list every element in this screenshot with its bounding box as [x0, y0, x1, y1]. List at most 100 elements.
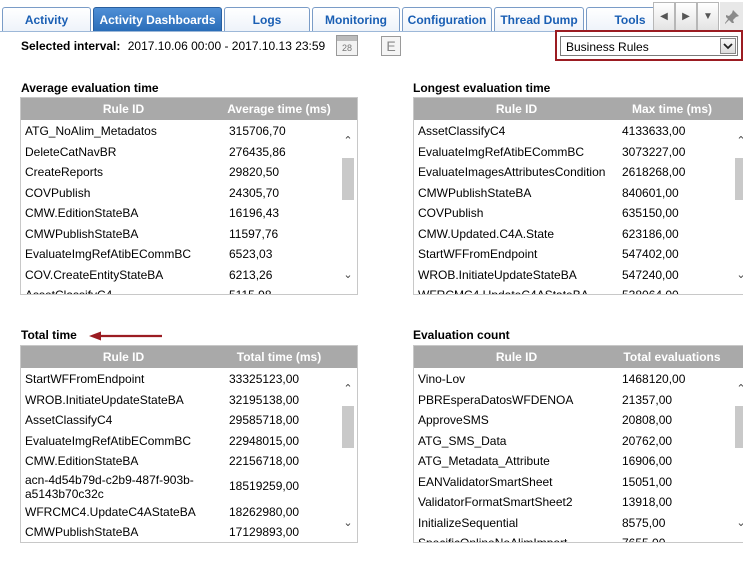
category-select-highlight: Business Rules — [555, 30, 743, 61]
scroll-thumb[interactable] — [735, 158, 743, 200]
col-max-time[interactable]: Max time (ms) — [594, 102, 743, 116]
scroll-thumb[interactable] — [342, 158, 354, 200]
calendar-icon[interactable]: 28 — [336, 35, 358, 56]
table-header: Rule ID Max time (ms) — [414, 98, 743, 120]
table-row[interactable]: ATG_Metadata_Attribute 16906,00 — [414, 450, 732, 471]
table-row[interactable]: CMW.EditionStateBA 16196,43 — [21, 202, 339, 223]
table-row[interactable]: CMW.Updated.C4A.State 623186,00 — [414, 223, 732, 244]
col-rule-id[interactable]: Rule ID — [21, 102, 226, 116]
table-row[interactable]: WROB.InitiateUpdateStateBA 547240,00 — [414, 264, 732, 285]
table-row[interactable]: CreateReports 29820,50 — [21, 161, 339, 182]
scrollbar[interactable]: ⌃ ⌄ — [339, 120, 357, 294]
cell-rule-id: WFRCMC4.UpdateC4AStateBA — [25, 504, 196, 519]
panel-title-count: Evaluation count — [413, 328, 510, 342]
table-row[interactable]: ApproveSMS 20808,00 — [414, 409, 732, 430]
cell-value: 20808,00 — [622, 413, 673, 427]
annotation-arrow-icon — [89, 331, 162, 341]
category-select-value: Business Rules — [566, 40, 649, 54]
table-row[interactable]: ATG_NoAlim_Metadatos 315706,70 — [21, 120, 339, 141]
table-row[interactable]: WFRCMC4.UpdateC4AStateBA 538064,00 — [414, 284, 732, 294]
cell-rule-id: CMWPublishStateBA — [25, 226, 139, 241]
table-row[interactable]: CMWPublishStateBA 840601,00 — [414, 182, 732, 203]
interval-value: 2017.10.06 00:00 - 2017.10.13 23:59 — [127, 39, 326, 53]
table-row[interactable]: acn-4d54b79d-c2b9-487f-903b-a5143b70c32c… — [21, 471, 339, 501]
tab-thread-dump[interactable]: Thread Dump — [494, 7, 584, 31]
cell-rule-id: CMW.EditionStateBA — [25, 206, 139, 220]
table-row[interactable]: StartWFFromEndpoint 547402,00 — [414, 243, 732, 264]
chevron-down-icon[interactable] — [720, 38, 736, 54]
scroll-down-icon[interactable]: ⌄ — [734, 268, 743, 282]
table-row[interactable]: PBREsperaDatosWFDENOA 21357,00 — [414, 389, 732, 410]
scroll-up-icon[interactable]: ⌃ — [734, 134, 743, 148]
table-row[interactable]: EvaluateImagesAttributesCondition 2618268… — [414, 161, 732, 182]
category-select[interactable]: Business Rules — [560, 36, 738, 56]
table-row[interactable]: COV.CreateEntityStateBA 6213,26 — [21, 264, 339, 285]
table-row[interactable]: CMWPublishStateBA 11597,76 — [21, 223, 339, 244]
table-row[interactable]: COVPublish 635150,00 — [414, 202, 732, 223]
table-row[interactable]: CMW.EditionStateBA 22156718,00 — [21, 450, 339, 471]
table-average: Rule ID Average time (ms) ATG_NoAlim_Met… — [20, 97, 358, 295]
cell-value: 18262980,00 — [229, 504, 300, 519]
cell-rule-id: COVPublish — [418, 206, 484, 220]
tab-list-dropdown-icon[interactable]: ▼ — [697, 2, 719, 31]
table-row[interactable]: ValidatorFormatSmartSheet2 13918,00 — [414, 491, 732, 512]
panel-title-longest: Longest evaluation time — [413, 81, 551, 95]
cell-rule-id: SpecificOnlineNoAlimImport — [418, 536, 568, 543]
table-row[interactable]: EvaluateImgRefAtibECommBC 3073227,00 — [414, 141, 732, 162]
tab-scroll-right-icon[interactable]: ▶ — [675, 2, 697, 31]
tab-activity[interactable]: Activity — [2, 7, 91, 31]
scroll-down-icon[interactable]: ⌄ — [734, 516, 743, 530]
cell-value: 547402,00 — [622, 247, 679, 261]
scroll-thumb[interactable] — [342, 406, 354, 448]
tab-configuration[interactable]: Configuration — [402, 7, 492, 31]
scroll-thumb[interactable] — [735, 406, 743, 448]
table-row[interactable]: Vino-Lov 1468120,00 — [414, 368, 732, 389]
table-row[interactable]: COVPublish 24305,70 — [21, 182, 339, 203]
table-row[interactable]: ATG_SMS_Data 20762,00 — [414, 430, 732, 451]
col-average-time[interactable]: Average time (ms) — [201, 102, 357, 116]
table-row[interactable]: SpecificOnlineNoAlimImport 7655,00 — [414, 532, 732, 543]
table-row[interactable]: AssetClassifyC4 29585718,00 — [21, 409, 339, 430]
pin-icon[interactable] — [720, 2, 743, 31]
scrollbar[interactable]: ⌃ ⌄ — [732, 368, 743, 542]
tab-label: Activity Dashboards — [99, 12, 216, 27]
table-row[interactable]: EvaluateImgRefAtibECommBC 6523,03 — [21, 243, 339, 264]
cell-value: 6213,26 — [229, 267, 273, 282]
tab-monitoring[interactable]: Monitoring — [312, 7, 400, 31]
col-rule-id[interactable]: Rule ID — [414, 102, 619, 116]
cell-value: 15051,00 — [622, 474, 673, 489]
export-icon[interactable]: E — [381, 36, 401, 56]
table-body: StartWFFromEndpoint 33325123,00 WROB.Initi… — [21, 368, 339, 542]
col-rule-id[interactable]: Rule ID — [414, 350, 619, 364]
scrollbar[interactable]: ⌃ ⌄ — [339, 368, 357, 542]
scroll-down-icon[interactable]: ⌄ — [341, 516, 355, 530]
col-total-time[interactable]: Total time (ms) — [201, 350, 357, 364]
table-row[interactable]: EvaluateImgRefAtibECommBC 22948015,00 — [21, 430, 339, 451]
scroll-up-icon[interactable]: ⌃ — [734, 382, 743, 396]
cell-value: 18519259,00 — [229, 478, 300, 493]
cell-rule-id: CMW.Updated.C4A.State — [418, 226, 555, 241]
scroll-down-icon[interactable]: ⌄ — [341, 268, 355, 282]
calendar-day: 28 — [341, 43, 352, 53]
table-row[interactable]: DeleteCatNavBR 276435,86 — [21, 141, 339, 162]
scroll-up-icon[interactable]: ⌃ — [341, 382, 355, 396]
tab-logs[interactable]: Logs — [224, 7, 310, 31]
table-row[interactable]: WROB.InitiateUpdateStateBA 32195138,00 — [21, 389, 339, 410]
col-total-evaluations[interactable]: Total evaluations — [594, 350, 743, 364]
tab-scroll-left-icon[interactable]: ◀ — [653, 2, 675, 31]
table-row[interactable]: InitializeSequential 8575,00 — [414, 512, 732, 533]
table-row[interactable]: AssetClassifyC4 5115,98 — [21, 284, 339, 294]
scroll-up-icon[interactable]: ⌃ — [341, 134, 355, 148]
cell-value: 32195138,00 — [229, 392, 300, 407]
col-rule-id[interactable]: Rule ID — [21, 350, 226, 364]
table-row[interactable]: StartWFFromEndpoint 33325123,00 — [21, 368, 339, 389]
cell-value: 315706,70 — [229, 124, 286, 138]
tab-activity-dashboards[interactable]: Activity Dashboards — [93, 7, 222, 31]
cell-value: 840601,00 — [622, 185, 679, 200]
scrollbar[interactable]: ⌃ ⌄ — [732, 120, 743, 294]
table-row[interactable]: WFRCMC4.UpdateC4AStateBA 18262980,00 — [21, 501, 339, 522]
table-row[interactable]: EANValidatorSmartSheet 15051,00 — [414, 471, 732, 492]
table-row[interactable]: AssetClassifyC4 4133633,00 — [414, 120, 732, 141]
table-row[interactable]: CMWPublishStateBA 17129893,00 — [21, 521, 339, 542]
interval-label: Selected interval: — [21, 39, 121, 53]
